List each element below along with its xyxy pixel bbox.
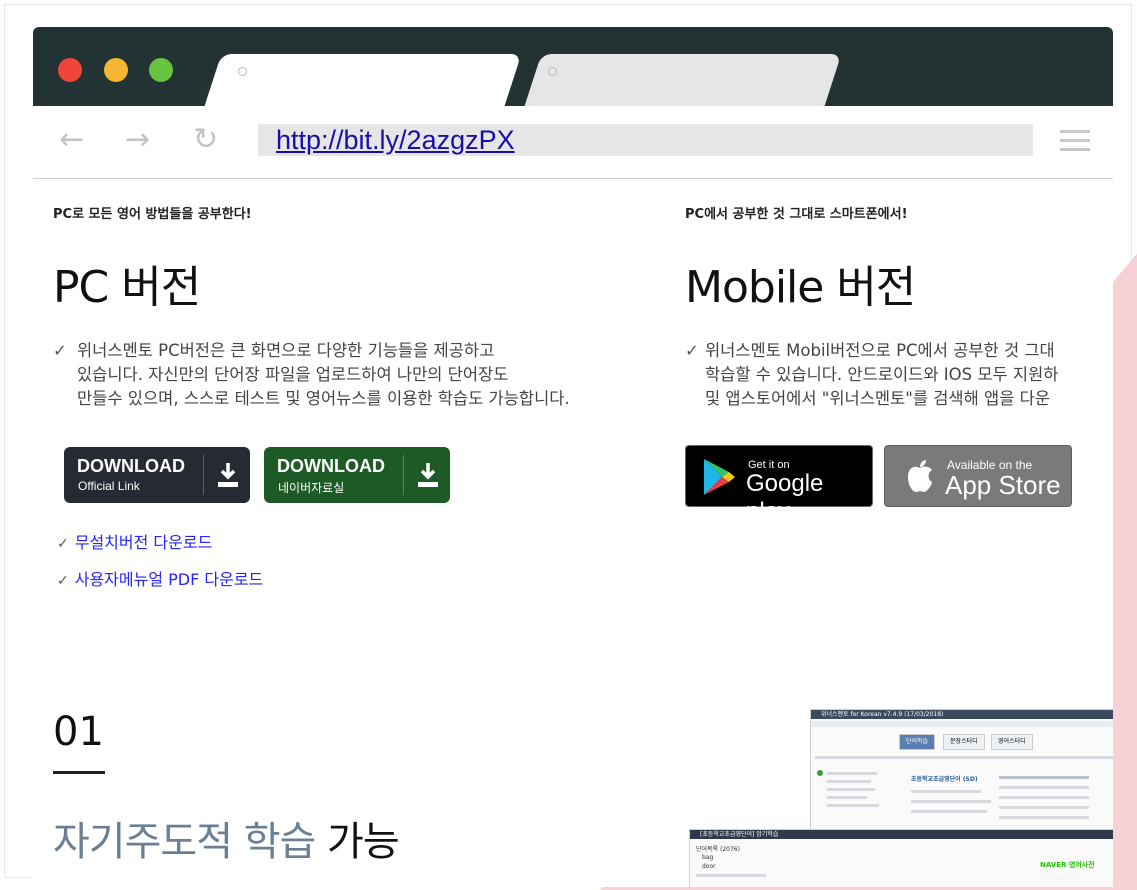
minimize-window-button[interactable] (104, 58, 128, 82)
pc-title: PC 버전 (53, 262, 201, 313)
maximize-window-button[interactable] (149, 58, 173, 82)
thumb-titlebar: 위너스멘토 for Korean v7.4.9 (17/03/2018) (811, 710, 1113, 719)
thumb-tab: 영어스터디 (991, 734, 1033, 750)
page-content: PC로 모든 영어 방법들을 공부한다! PC 버전 ✓ 위너스멘토 PC버전은… (33, 179, 1113, 887)
section-title: 자기주도적 학습 가능 (53, 809, 400, 867)
app-screenshot-main: 위너스멘토 for Korean v7.4.9 (17/03/2018) 단어학… (810, 709, 1113, 843)
app-store-big-text: App Store (945, 470, 1061, 500)
thumb-naver-label: NAVER 영어사전 (1040, 861, 1095, 869)
reload-icon[interactable]: ↻ (193, 122, 218, 158)
download-sub-label: Official Link (78, 479, 140, 493)
mobile-description-line: 학습할 수 있습니다. 안드로이드와 IOS 모두 지원하 (705, 365, 1059, 384)
google-play-button[interactable]: Get it on Google play (685, 445, 873, 525)
download-naver-button[interactable]: DOWNLOAD 네이버자료실 (264, 447, 450, 503)
section-divider (53, 771, 105, 774)
section-title-rest: 가능 (315, 819, 400, 865)
thumb-word: door (702, 863, 716, 870)
thumb-heading: 초등학교초급영단어 (SD) (911, 776, 978, 783)
download-label: DOWNLOAD (277, 456, 385, 476)
pc-description-line: 있습니다. 자신만의 단어장 파일을 업로드하여 나만의 단어장도 (77, 365, 509, 384)
close-window-button[interactable] (58, 58, 82, 82)
address-bar: ← → ↻ http://bit.ly/2azgzPX (33, 106, 1113, 179)
mobile-description-line: 위너스멘토 Mobil버전으로 PC에서 공부한 것 그대 (705, 341, 1055, 360)
check-icon: ✓ (53, 341, 67, 360)
back-arrow-icon[interactable]: ← (59, 122, 84, 158)
manual-pdf-link[interactable]: ✓ 사용자메뉴얼 PDF 다운로드 (57, 566, 263, 590)
app-screenshot-study: [초등학교초급영단어] 암기학습 단어목록 (2076) bag door NA… (689, 829, 1113, 887)
browser-tab-active[interactable] (204, 54, 522, 106)
browser-titlebar (33, 27, 1113, 106)
section-title-highlight: 자기주도적 학습 (53, 819, 316, 865)
pc-description: ✓ 위너스멘토 PC버전은 큰 화면으로 다양한 기능들을 제공하고 있습니다.… (53, 339, 570, 411)
thumb-word: bag (702, 854, 714, 861)
browser-window: ← → ↻ http://bit.ly/2azgzPX PC로 모든 영어 방법… (33, 27, 1113, 887)
mobile-tagline: PC에서 공부한 것 그대로 스마트폰에서! (685, 207, 908, 222)
thumb-tab: 문장스터디 (943, 734, 985, 750)
download-icon (218, 463, 238, 487)
thumb-tab: 단어학습 (899, 734, 936, 750)
mobile-description: ✓ 위너스멘토 Mobil버전으로 PC에서 공부한 것 그대 학습할 수 있습… (685, 339, 1058, 411)
pc-description-line: 위너스멘토 PC버전은 큰 화면으로 다양한 기능들을 제공하고 (77, 341, 495, 360)
download-icon (418, 463, 438, 487)
forward-arrow-icon[interactable]: → (125, 122, 150, 158)
google-play-big-text: Google play (746, 470, 824, 525)
manual-pdf-label[interactable]: 사용자메뉴얼 PDF 다운로드 (75, 570, 264, 589)
download-label: DOWNLOAD (77, 456, 185, 476)
mobile-description-line: 및 앱스토어에서 "위너스멘토"를 검색해 앱을 다운 (705, 389, 1051, 408)
thumb-second-window-title: [초등학교초급영단어] 암기학습 (700, 831, 779, 838)
url-link[interactable]: http://bit.ly/2azgzPX (276, 124, 515, 156)
url-field[interactable]: http://bit.ly/2azgzPX (258, 124, 1033, 156)
portable-download-label[interactable]: 무설치버전 다운로드 (75, 533, 213, 552)
thumb-list-header: 단어목록 (2076) (696, 846, 740, 853)
pc-description-line: 만들수 있으며, 스스로 테스트 및 영어뉴스를 이용한 학습도 가능합니다. (77, 389, 570, 408)
check-icon: ✓ (685, 341, 699, 360)
thumb-window-title: 위너스멘토 for Korean v7.4.9 (17/03/2018) (821, 711, 944, 718)
mobile-title: Mobile 버전 (685, 262, 916, 313)
download-official-button[interactable]: DOWNLOAD Official Link (64, 447, 250, 503)
tab-favicon-icon (238, 67, 247, 76)
portable-download-link[interactable]: ✓ 무설치버전 다운로드 (57, 529, 212, 553)
download-sub-label: 네이버자료실 (278, 481, 345, 495)
google-play-icon (704, 459, 735, 495)
thumb-titlebar: [초등학교초급영단어] 암기학습 (690, 830, 1113, 839)
hamburger-menu-icon[interactable] (1060, 130, 1090, 152)
app-store-button[interactable]: Available on the App Store (884, 445, 1072, 507)
apple-icon (908, 460, 932, 492)
pc-tagline: PC로 모든 영어 방법들을 공부한다! (53, 207, 252, 222)
check-icon: ✓ (57, 536, 69, 552)
tab-favicon-icon (548, 67, 557, 76)
browser-tab-inactive[interactable] (524, 54, 842, 106)
section-number: 01 (53, 709, 104, 755)
check-icon: ✓ (57, 573, 69, 589)
mobile-version-column: PC에서 공부한 것 그대로 스마트폰에서! Mobile 버전 ✓ 위너스멘토… (685, 179, 1113, 539)
